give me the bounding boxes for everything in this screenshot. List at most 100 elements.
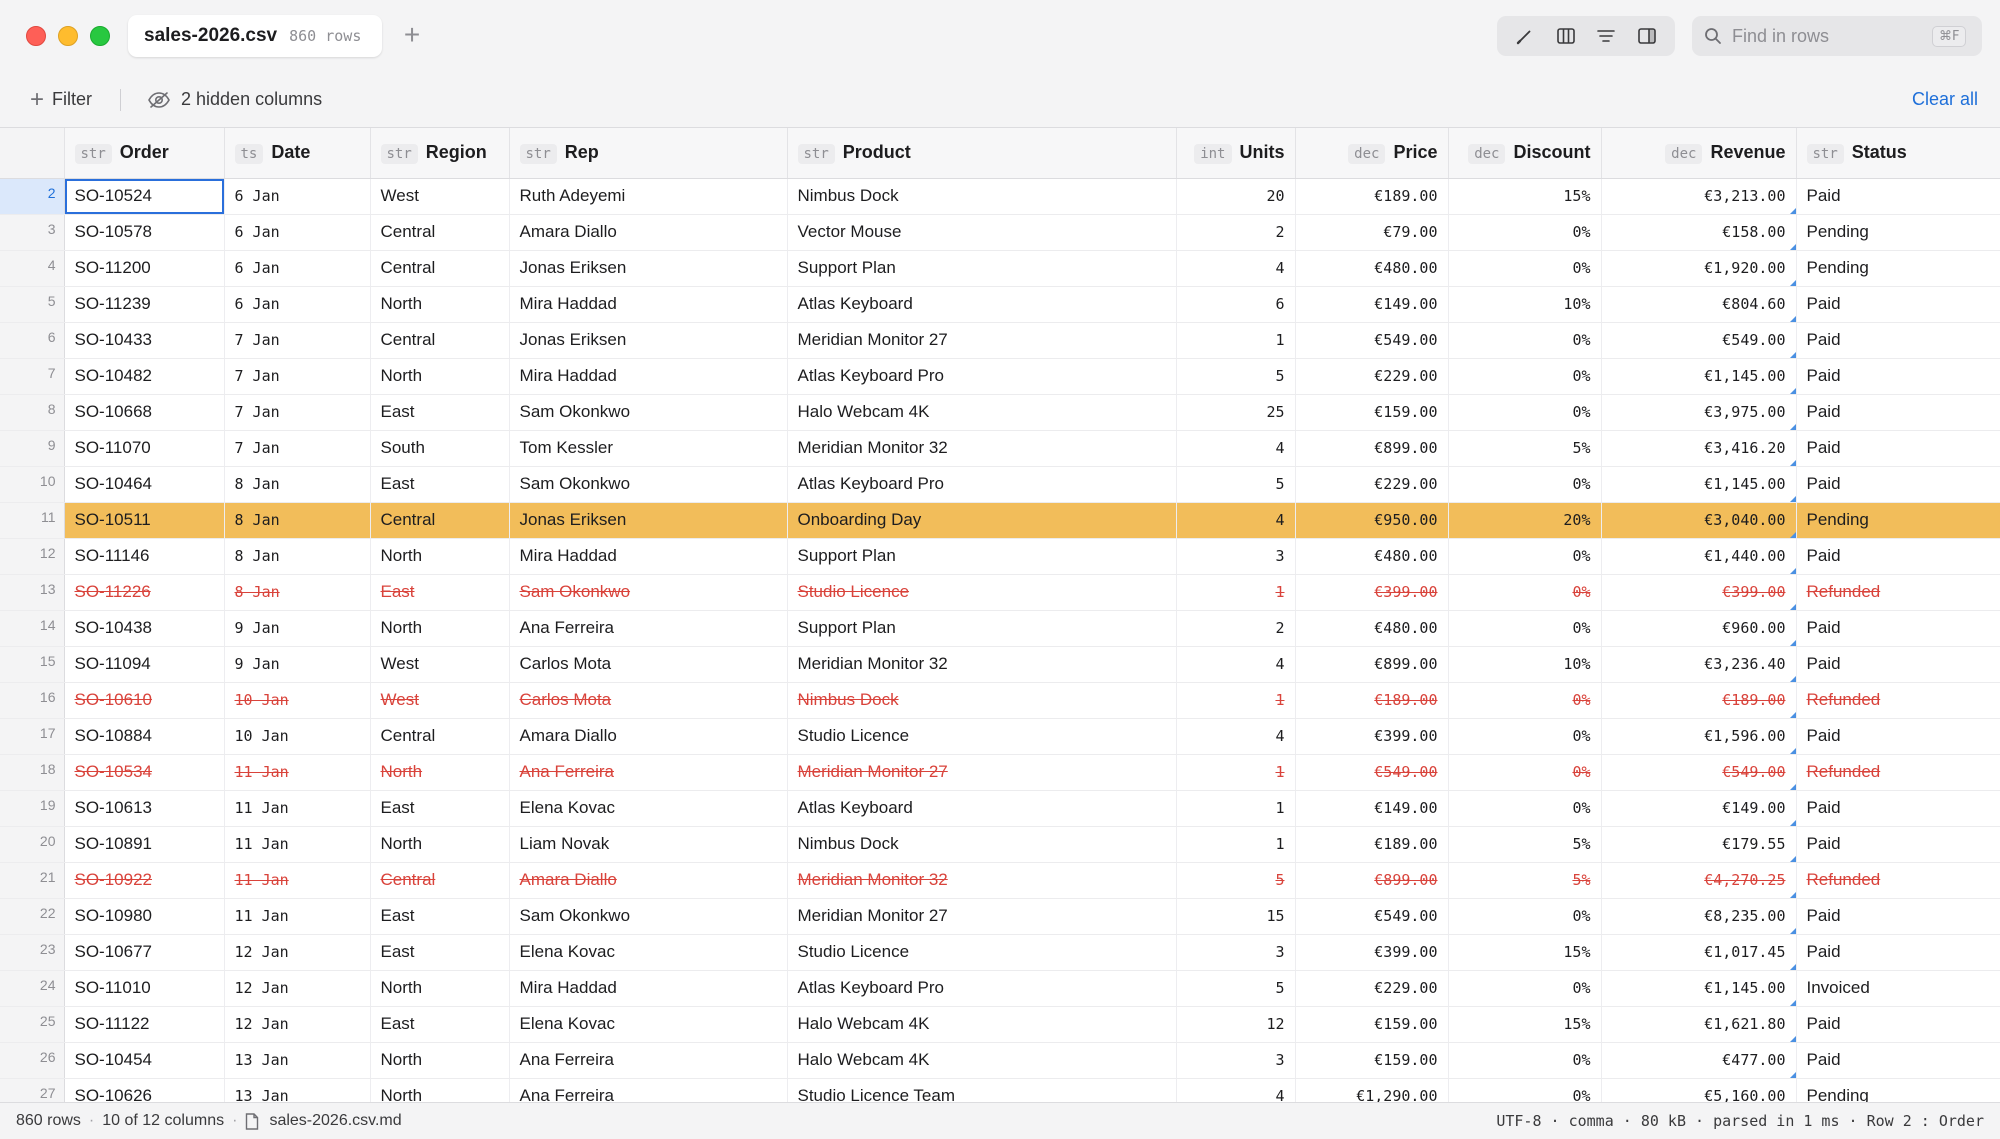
cell-price[interactable]: €950.00 bbox=[1295, 502, 1449, 539]
cell-revenue[interactable]: €3,416.20 bbox=[1601, 430, 1797, 467]
cell-date[interactable]: 8 Jan bbox=[224, 574, 371, 611]
cell-order[interactable]: SO-10454 bbox=[64, 1042, 225, 1079]
cell-status[interactable]: Paid bbox=[1796, 322, 2000, 359]
cell-units[interactable]: 1 bbox=[1176, 790, 1296, 827]
table-row[interactable]: 23 SO-10677 12 Jan East Elena Kovac Studio Li… bbox=[0, 934, 2000, 971]
cell-price[interactable]: €399.00 bbox=[1295, 574, 1449, 611]
cell-revenue[interactable]: €3,213.00 bbox=[1601, 178, 1797, 215]
search-box[interactable]: ⌘F bbox=[1692, 16, 1982, 56]
cell-discount[interactable]: 5% bbox=[1448, 430, 1602, 467]
cell-date[interactable]: 13 Jan bbox=[224, 1042, 371, 1079]
cell-order[interactable]: SO-10884 bbox=[64, 718, 225, 755]
cell-order[interactable]: SO-10464 bbox=[64, 466, 225, 503]
cell-price[interactable]: €480.00 bbox=[1295, 538, 1449, 575]
cell-units[interactable]: 20 bbox=[1176, 178, 1296, 215]
cell-discount[interactable]: 15% bbox=[1448, 178, 1602, 215]
cell-region[interactable]: Central bbox=[370, 862, 510, 899]
cell-revenue[interactable]: €3,236.40 bbox=[1601, 646, 1797, 683]
cell-order[interactable]: SO-10610 bbox=[64, 682, 225, 719]
cell-status[interactable]: Paid bbox=[1796, 178, 2000, 215]
cell-revenue[interactable]: €179.55 bbox=[1601, 826, 1797, 863]
cell-rep[interactable]: Amara Diallo bbox=[509, 214, 788, 251]
cell-order[interactable]: SO-11122 bbox=[64, 1006, 225, 1043]
cell-product[interactable]: Meridian Monitor 32 bbox=[787, 430, 1177, 467]
cell-product[interactable]: Meridian Monitor 27 bbox=[787, 322, 1177, 359]
cell-product[interactable]: Meridian Monitor 27 bbox=[787, 898, 1177, 935]
cell-discount[interactable]: 0% bbox=[1448, 790, 1602, 827]
table-row[interactable]: 21 SO-10922 11 Jan Central Amara Diallo Merid… bbox=[0, 862, 2000, 899]
cell-units[interactable]: 25 bbox=[1176, 394, 1296, 431]
cell-rep[interactable]: Carlos Mota bbox=[509, 646, 788, 683]
cell-price[interactable]: €899.00 bbox=[1295, 646, 1449, 683]
cell-units[interactable]: 3 bbox=[1176, 934, 1296, 971]
cell-units[interactable]: 4 bbox=[1176, 430, 1296, 467]
cell-date[interactable]: 12 Jan bbox=[224, 1006, 371, 1043]
cell-revenue[interactable]: €4,270.25 bbox=[1601, 862, 1797, 899]
cell-product[interactable]: Studio Licence bbox=[787, 718, 1177, 755]
cell-units[interactable]: 1 bbox=[1176, 682, 1296, 719]
cell-order[interactable]: SO-10922 bbox=[64, 862, 225, 899]
cell-date[interactable]: 6 Jan bbox=[224, 214, 371, 251]
column-header-revenue[interactable]: dec Revenue bbox=[1601, 128, 1797, 179]
cell-units[interactable]: 1 bbox=[1176, 574, 1296, 611]
row-index[interactable]: 8 bbox=[0, 394, 65, 431]
table-row[interactable]: 20 SO-10891 11 Jan North Liam Novak Nimbus Do… bbox=[0, 826, 2000, 863]
table-row[interactable]: 18 SO-10534 11 Jan North Ana Ferreira Meridia… bbox=[0, 754, 2000, 791]
cell-region[interactable]: East bbox=[370, 1006, 510, 1043]
cell-units[interactable]: 5 bbox=[1176, 466, 1296, 503]
table-row[interactable]: 16 SO-10610 10 Jan West Carlos Mota Nimbus Do… bbox=[0, 682, 2000, 719]
cell-price[interactable]: €189.00 bbox=[1295, 826, 1449, 863]
cell-revenue[interactable]: €1,145.00 bbox=[1601, 466, 1797, 503]
cell-region[interactable]: East bbox=[370, 466, 510, 503]
cell-product[interactable]: Meridian Monitor 32 bbox=[787, 862, 1177, 899]
cell-rep[interactable]: Sam Okonkwo bbox=[509, 574, 788, 611]
column-header-product[interactable]: str Product bbox=[787, 128, 1177, 179]
cell-product[interactable]: Studio Licence Team bbox=[787, 1078, 1177, 1102]
row-index[interactable]: 14 bbox=[0, 610, 65, 647]
cell-rep[interactable]: Elena Kovac bbox=[509, 790, 788, 827]
cell-product[interactable]: Support Plan bbox=[787, 538, 1177, 575]
row-index[interactable]: 25 bbox=[0, 1006, 65, 1043]
cell-status[interactable]: Pending bbox=[1796, 250, 2000, 287]
table-row[interactable]: 7 SO-10482 7 Jan North Mira Haddad Atlas Keyb… bbox=[0, 358, 2000, 395]
cell-date[interactable]: 8 Jan bbox=[224, 466, 371, 503]
cell-status[interactable]: Pending bbox=[1796, 1078, 2000, 1102]
column-header-units[interactable]: int Units bbox=[1176, 128, 1296, 179]
cell-discount[interactable]: 0% bbox=[1448, 394, 1602, 431]
cell-region[interactable]: West bbox=[370, 682, 510, 719]
cell-status[interactable]: Refunded bbox=[1796, 682, 2000, 719]
cell-order[interactable]: SO-11070 bbox=[64, 430, 225, 467]
cell-rep[interactable]: Sam Okonkwo bbox=[509, 466, 788, 503]
cell-region[interactable]: North bbox=[370, 970, 510, 1007]
cell-product[interactable]: Nimbus Dock bbox=[787, 178, 1177, 215]
cell-price[interactable]: €229.00 bbox=[1295, 358, 1449, 395]
cell-region[interactable]: Central bbox=[370, 718, 510, 755]
cell-product[interactable]: Atlas Keyboard bbox=[787, 790, 1177, 827]
cell-region[interactable]: Central bbox=[370, 214, 510, 251]
cell-region[interactable]: North bbox=[370, 754, 510, 791]
column-header-order[interactable]: str Order bbox=[64, 128, 225, 179]
cell-date[interactable]: 9 Jan bbox=[224, 610, 371, 647]
cell-date[interactable]: 10 Jan bbox=[224, 682, 371, 719]
cell-status[interactable]: Paid bbox=[1796, 790, 2000, 827]
cell-rep[interactable]: Mira Haddad bbox=[509, 538, 788, 575]
cell-region[interactable]: East bbox=[370, 790, 510, 827]
cell-product[interactable]: Halo Webcam 4K bbox=[787, 1042, 1177, 1079]
cell-status[interactable]: Paid bbox=[1796, 718, 2000, 755]
cell-date[interactable]: 12 Jan bbox=[224, 970, 371, 1007]
cell-discount[interactable]: 0% bbox=[1448, 1078, 1602, 1102]
cell-date[interactable]: 6 Jan bbox=[224, 178, 371, 215]
cell-units[interactable]: 4 bbox=[1176, 1078, 1296, 1102]
cell-region[interactable]: North bbox=[370, 538, 510, 575]
cell-date[interactable]: 7 Jan bbox=[224, 430, 371, 467]
cell-discount[interactable]: 15% bbox=[1448, 934, 1602, 971]
table-row[interactable]: 27 SO-10626 13 Jan North Ana Ferreira Studio … bbox=[0, 1078, 2000, 1102]
row-index[interactable]: 12 bbox=[0, 538, 65, 575]
table-row[interactable]: 24 SO-11010 12 Jan North Mira Haddad Atlas Ke… bbox=[0, 970, 2000, 1007]
cell-revenue[interactable]: €1,017.45 bbox=[1601, 934, 1797, 971]
cell-price[interactable]: €549.00 bbox=[1295, 754, 1449, 791]
cell-date[interactable]: 6 Jan bbox=[224, 286, 371, 323]
edit-button[interactable] bbox=[1509, 20, 1541, 52]
cell-order[interactable]: SO-10524 bbox=[64, 178, 225, 215]
cell-rep[interactable]: Jonas Eriksen bbox=[509, 250, 788, 287]
